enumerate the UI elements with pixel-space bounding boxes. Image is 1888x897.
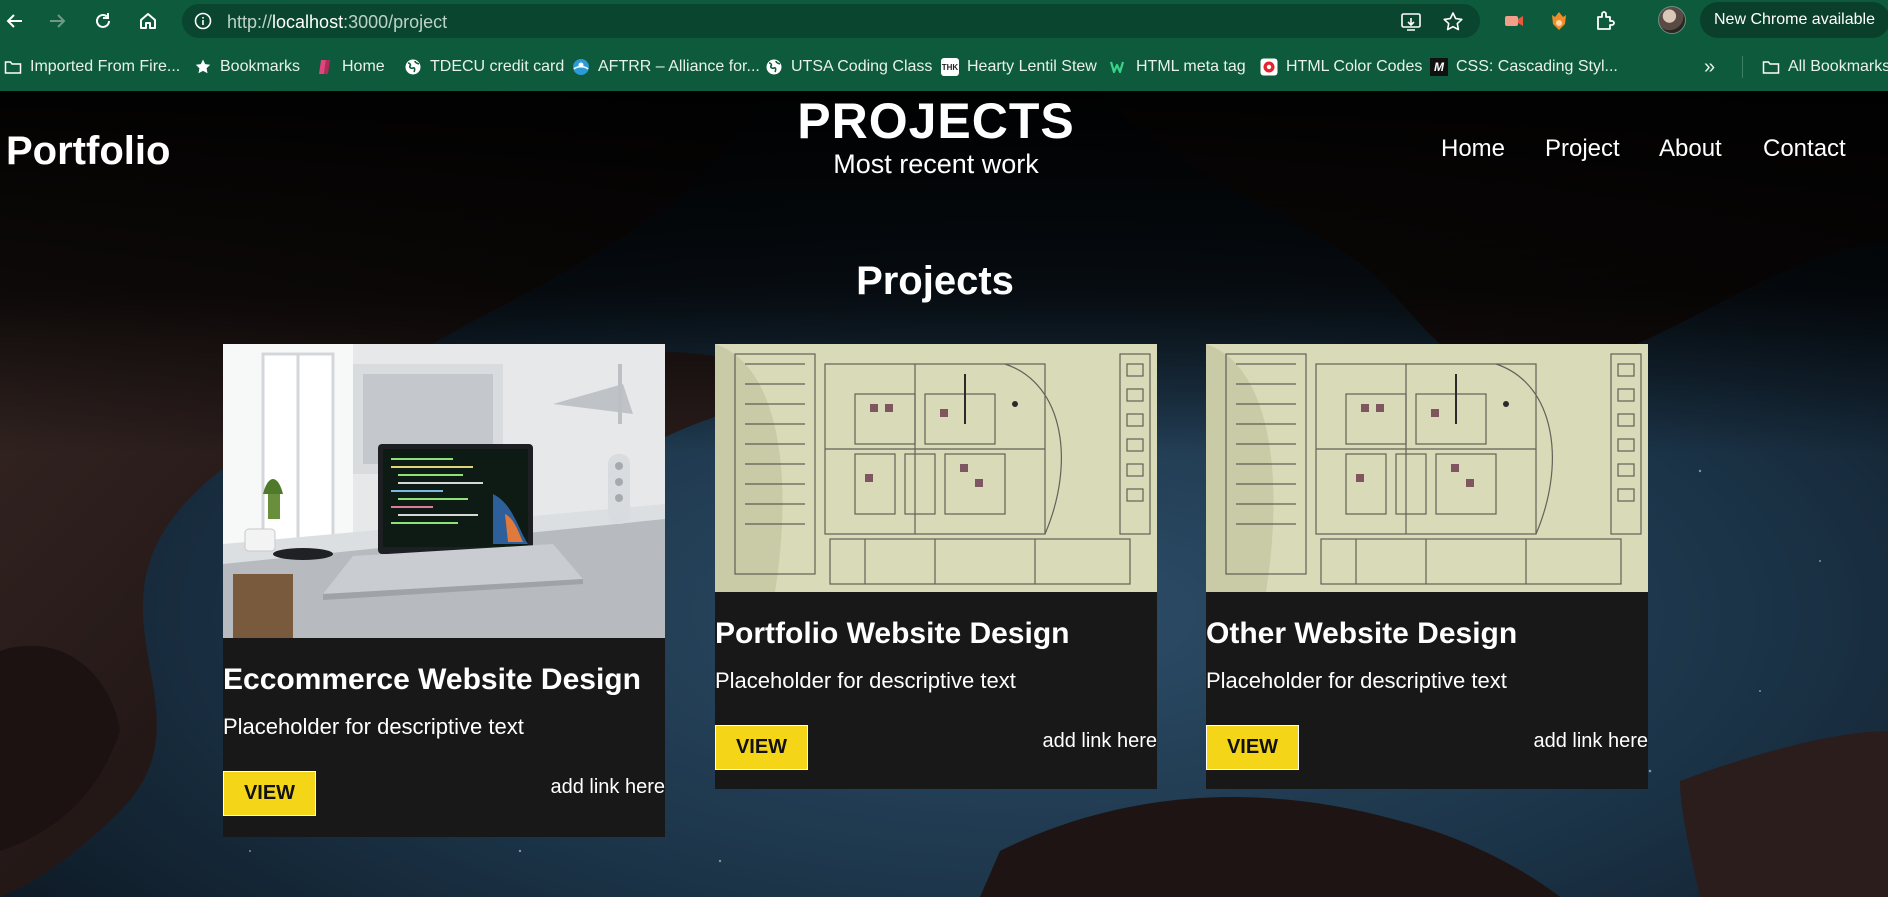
project-title: Other Website Design — [1206, 617, 1518, 650]
nav-link-about[interactable]: About — [1659, 135, 1722, 163]
bookmark-utsa-coding-class[interactable]: UTSA Coding Class — [765, 56, 932, 78]
project-image-laptop — [223, 344, 665, 638]
project-description: Placeholder for descriptive text — [223, 714, 524, 739]
webpage: Portfolio PROJECTS Most recent work Home… — [0, 91, 1888, 897]
globe-icon — [404, 58, 422, 76]
bookmark-imported-from-firefox[interactable]: Imported From Fire... — [4, 56, 180, 78]
view-project-button[interactable]: VIEW — [1206, 725, 1299, 770]
arrow-right-icon — [50, 14, 66, 28]
nav-link-home[interactable]: Home — [1441, 135, 1505, 163]
home-bookmark-icon — [316, 58, 334, 76]
project-link[interactable]: add link here — [1042, 730, 1157, 753]
thk-icon: THK — [941, 58, 959, 76]
project-title: Portfolio Website Design — [715, 617, 1070, 650]
url-text[interactable]: http://localhost:3000/project — [227, 12, 447, 33]
project-title: Eccommerce Website Design — [223, 663, 641, 696]
extension-record-icon[interactable] — [1502, 9, 1526, 33]
folder-icon — [1762, 58, 1780, 76]
bookmark-aftrr[interactable]: AFTRR – Alliance for... — [572, 56, 760, 78]
w-icon — [1110, 58, 1128, 76]
forward-button[interactable] — [44, 8, 70, 34]
arrow-left-icon — [6, 14, 22, 28]
project-image-blueprint — [1206, 344, 1648, 592]
profile-avatar[interactable] — [1658, 6, 1686, 34]
bookmark-html-color-codes[interactable]: HTML Color Codes — [1260, 56, 1422, 78]
project-card: Portfolio Website Design Placeholder for… — [715, 344, 1157, 789]
new-chrome-available-button[interactable]: New Chrome available ⋮ — [1700, 2, 1888, 38]
project-description: Placeholder for descriptive text — [1206, 668, 1507, 693]
mdn-icon: M — [1430, 58, 1448, 76]
project-card: Other Website Design Placeholder for des… — [1206, 344, 1648, 789]
project-description: Placeholder for descriptive text — [715, 668, 1016, 693]
globe-icon — [765, 58, 783, 76]
page-title: PROJECTS — [797, 93, 1075, 149]
bookmarks-separator — [1742, 56, 1743, 78]
update-label: New Chrome available — [1714, 11, 1875, 28]
project-link[interactable]: add link here — [550, 776, 665, 799]
color-codes-icon — [1260, 58, 1278, 76]
reload-button[interactable] — [90, 8, 116, 34]
star-icon — [194, 58, 212, 76]
back-button[interactable] — [2, 8, 28, 34]
view-project-button[interactable]: VIEW — [223, 771, 316, 816]
hero-header: PROJECTS Most recent work — [736, 91, 1136, 179]
extension-fox-icon[interactable] — [1547, 9, 1571, 33]
page-subtitle: Most recent work — [833, 149, 1039, 179]
nav-link-project[interactable]: Project — [1545, 135, 1620, 163]
extensions-puzzle-icon[interactable] — [1594, 9, 1618, 33]
browser-toolbar: http://localhost:3000/project New Chrome… — [0, 0, 1888, 42]
install-app-icon[interactable] — [1400, 11, 1422, 33]
site-logo[interactable]: Portfolio — [6, 129, 170, 174]
bookmark-tdecu-credit-card[interactable]: TDECU credit card — [404, 56, 564, 78]
home-button[interactable] — [135, 8, 161, 34]
site-info-icon[interactable] — [194, 12, 212, 30]
bookmark-html-meta-tag[interactable]: HTML meta tag — [1110, 56, 1246, 78]
chevron-double-right-icon: » — [1704, 55, 1716, 78]
address-bar[interactable]: http://localhost:3000/project — [182, 4, 1480, 38]
bookmark-home[interactable]: Home — [316, 56, 385, 78]
project-link[interactable]: add link here — [1533, 730, 1648, 753]
bookmarks-bar: Imported From Fire... Bookmarks Home TDE… — [0, 50, 1888, 84]
project-image-blueprint — [715, 344, 1157, 592]
nav-link-contact[interactable]: Contact — [1763, 135, 1846, 163]
bookmark-hearty-lentil-stew[interactable]: THK Hearty Lentil Stew — [941, 56, 1097, 78]
browser-chrome: http://localhost:3000/project New Chrome… — [0, 0, 1888, 91]
view-project-button[interactable]: VIEW — [715, 725, 808, 770]
project-card: Eccommerce Website Design Placeholder fo… — [223, 344, 665, 837]
aftrr-icon — [572, 58, 590, 76]
bookmark-css-cascading-styles[interactable]: M CSS: Cascading Styl... — [1430, 56, 1618, 78]
projects-section-title: Projects — [856, 259, 1014, 303]
bookmark-star-icon[interactable] — [1442, 11, 1464, 33]
all-bookmarks-button[interactable]: All Bookmarks — [1762, 56, 1888, 78]
reload-icon — [96, 13, 110, 28]
folder-icon — [4, 58, 22, 76]
bookmark-bookmarks[interactable]: Bookmarks — [194, 56, 300, 78]
home-icon — [140, 13, 156, 29]
bookmarks-overflow-button[interactable]: » — [1704, 56, 1715, 78]
